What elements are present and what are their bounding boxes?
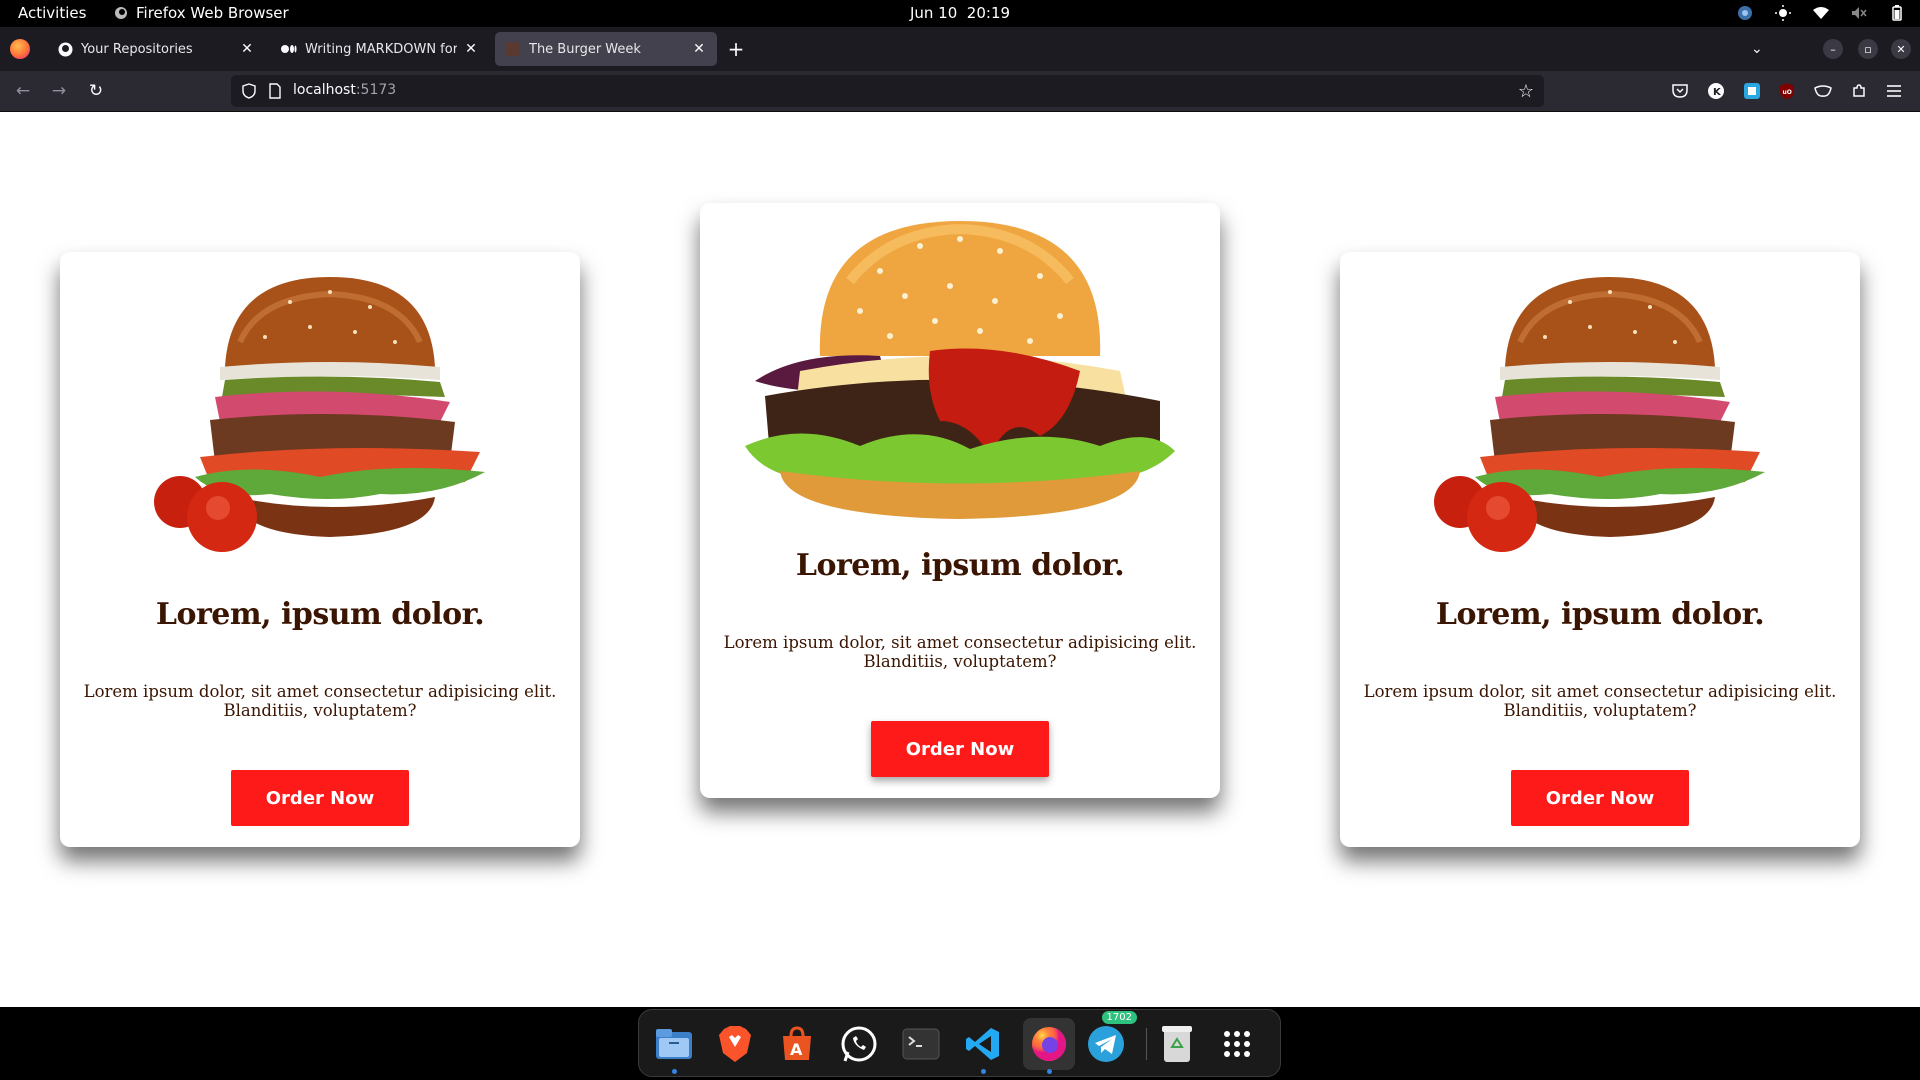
url-port: :5173 xyxy=(355,82,397,98)
url-bar[interactable]: localhost:5173 ☆ xyxy=(231,75,1544,107)
card-description: Lorem ipsum dolor, sit amet consectetur … xyxy=(723,633,1197,671)
burger-card: Lorem, ipsum dolor. Lorem ipsum dolor, s… xyxy=(60,252,580,847)
navigation-toolbar: ← → ↻ localhost:5173 ☆ K uO xyxy=(0,71,1920,112)
order-now-button[interactable]: Order Now xyxy=(231,770,409,826)
order-now-button[interactable]: Order Now xyxy=(1511,770,1689,826)
sesame-cheeseburger-image xyxy=(745,221,1175,519)
running-indicator xyxy=(1047,1069,1052,1074)
tab-writing-markdown[interactable]: Writing MARKDOWN for yo ✕ xyxy=(271,32,489,66)
clock-time[interactable]: 20:19 xyxy=(967,4,1010,22)
forward-button[interactable]: → xyxy=(49,81,69,101)
night-light-icon[interactable] xyxy=(1774,4,1792,22)
firefox-icon[interactable] xyxy=(1023,1018,1075,1074)
close-tab-icon[interactable]: ✕ xyxy=(463,41,479,57)
pocket-icon[interactable] xyxy=(1671,82,1689,100)
terminal-icon[interactable] xyxy=(900,1023,942,1065)
url-host: localhost xyxy=(293,82,356,98)
back-button[interactable]: ← xyxy=(13,81,33,101)
notification-badge: 1702 xyxy=(1101,1011,1137,1024)
page-content: Lorem, ipsum dolor. Lorem ipsum dolor, s… xyxy=(0,112,1920,1007)
vpn-icon[interactable] xyxy=(1736,4,1754,22)
ublock-origin-icon[interactable]: uO xyxy=(1778,82,1796,100)
burger-with-tomatoes-image xyxy=(154,277,485,552)
svg-text:A: A xyxy=(790,1040,803,1059)
activities-button[interactable]: Activities xyxy=(18,4,86,22)
system-tray xyxy=(1736,4,1906,22)
running-indicator xyxy=(672,1069,677,1074)
firefox-icon xyxy=(115,7,127,19)
tab-your-repositories[interactable]: Your Repositories ✕ xyxy=(47,32,265,66)
github-icon xyxy=(57,41,73,57)
tab-the-burger-week[interactable]: The Burger Week ✕ xyxy=(495,32,717,66)
card-title: Lorem, ipsum dolor. xyxy=(155,597,485,632)
site-favicon xyxy=(505,41,521,57)
brave-icon[interactable] xyxy=(714,1023,756,1065)
close-tab-icon[interactable]: ✕ xyxy=(691,41,707,57)
tab-title: Writing MARKDOWN for yo xyxy=(305,41,457,57)
card-title: Lorem, ipsum dolor. xyxy=(1435,597,1765,632)
burger-card: Lorem, ipsum dolor. Lorem ipsum dolor, s… xyxy=(700,203,1220,798)
translate-extension-icon[interactable] xyxy=(1743,82,1761,100)
minimize-button[interactable]: – xyxy=(1823,39,1843,59)
app-center-icon[interactable]: A xyxy=(776,1023,818,1065)
svg-text:K: K xyxy=(1713,87,1722,98)
clock-date[interactable]: Jun 10 xyxy=(910,4,957,22)
tab-title: The Burger Week xyxy=(529,41,641,57)
url-text[interactable]: localhost:5173 xyxy=(293,82,396,98)
battery-icon[interactable] xyxy=(1888,4,1906,22)
close-window-button[interactable]: ✕ xyxy=(1891,39,1911,59)
wifi-icon[interactable] xyxy=(1812,4,1830,22)
app-name: Firefox Web Browser xyxy=(136,4,289,22)
order-now-button[interactable]: Order Now xyxy=(871,721,1049,777)
dock: A 1702 xyxy=(638,1009,1281,1077)
system-top-bar: Activities Firefox Web Browser Jun 10 20… xyxy=(0,0,1920,27)
tab-strip: Your Repositories ✕ Writing MARKDOWN for… xyxy=(0,27,1920,71)
app-grid-icon[interactable] xyxy=(1216,1023,1258,1065)
dock-separator xyxy=(1146,1028,1147,1060)
tracking-protection-icon[interactable] xyxy=(241,83,257,99)
running-indicator xyxy=(981,1069,986,1074)
restore-button[interactable]: ▫ xyxy=(1858,39,1878,59)
volume-muted-icon[interactable] xyxy=(1850,4,1868,22)
bookmark-star-icon[interactable]: ☆ xyxy=(1518,81,1534,102)
close-tab-icon[interactable]: ✕ xyxy=(239,41,255,57)
list-all-tabs-button[interactable]: ⌄ xyxy=(1751,41,1763,57)
telegram-icon[interactable]: 1702 xyxy=(1085,1011,1137,1065)
reload-button[interactable]: ↻ xyxy=(86,81,106,101)
app-menu[interactable]: Firefox Web Browser xyxy=(114,4,289,22)
page-info-icon[interactable] xyxy=(268,83,282,99)
whatsapp-icon[interactable] xyxy=(838,1023,880,1065)
tab-title: Your Repositories xyxy=(81,41,193,57)
card-description: Lorem ipsum dolor, sit amet consectetur … xyxy=(1363,682,1837,720)
extensions-puzzle-icon[interactable] xyxy=(1850,82,1868,100)
hamburger-menu-icon[interactable] xyxy=(1885,82,1903,100)
burger-with-tomatoes-image xyxy=(1434,277,1765,552)
vscode-icon[interactable] xyxy=(962,1023,1004,1074)
mask-extension-icon[interactable] xyxy=(1814,82,1832,100)
medium-icon xyxy=(281,41,297,57)
extension-k-icon[interactable]: K xyxy=(1707,82,1725,100)
burger-card: Lorem, ipsum dolor. Lorem ipsum dolor, s… xyxy=(1340,252,1860,847)
svg-text:uO: uO xyxy=(1783,89,1792,96)
trash-icon[interactable] xyxy=(1156,1023,1198,1065)
card-title: Lorem, ipsum dolor. xyxy=(795,548,1125,583)
files-icon[interactable] xyxy=(653,1023,695,1074)
card-description: Lorem ipsum dolor, sit amet consectetur … xyxy=(83,682,557,720)
new-tab-button[interactable]: + xyxy=(727,39,745,59)
firefox-view-icon[interactable] xyxy=(10,39,30,59)
